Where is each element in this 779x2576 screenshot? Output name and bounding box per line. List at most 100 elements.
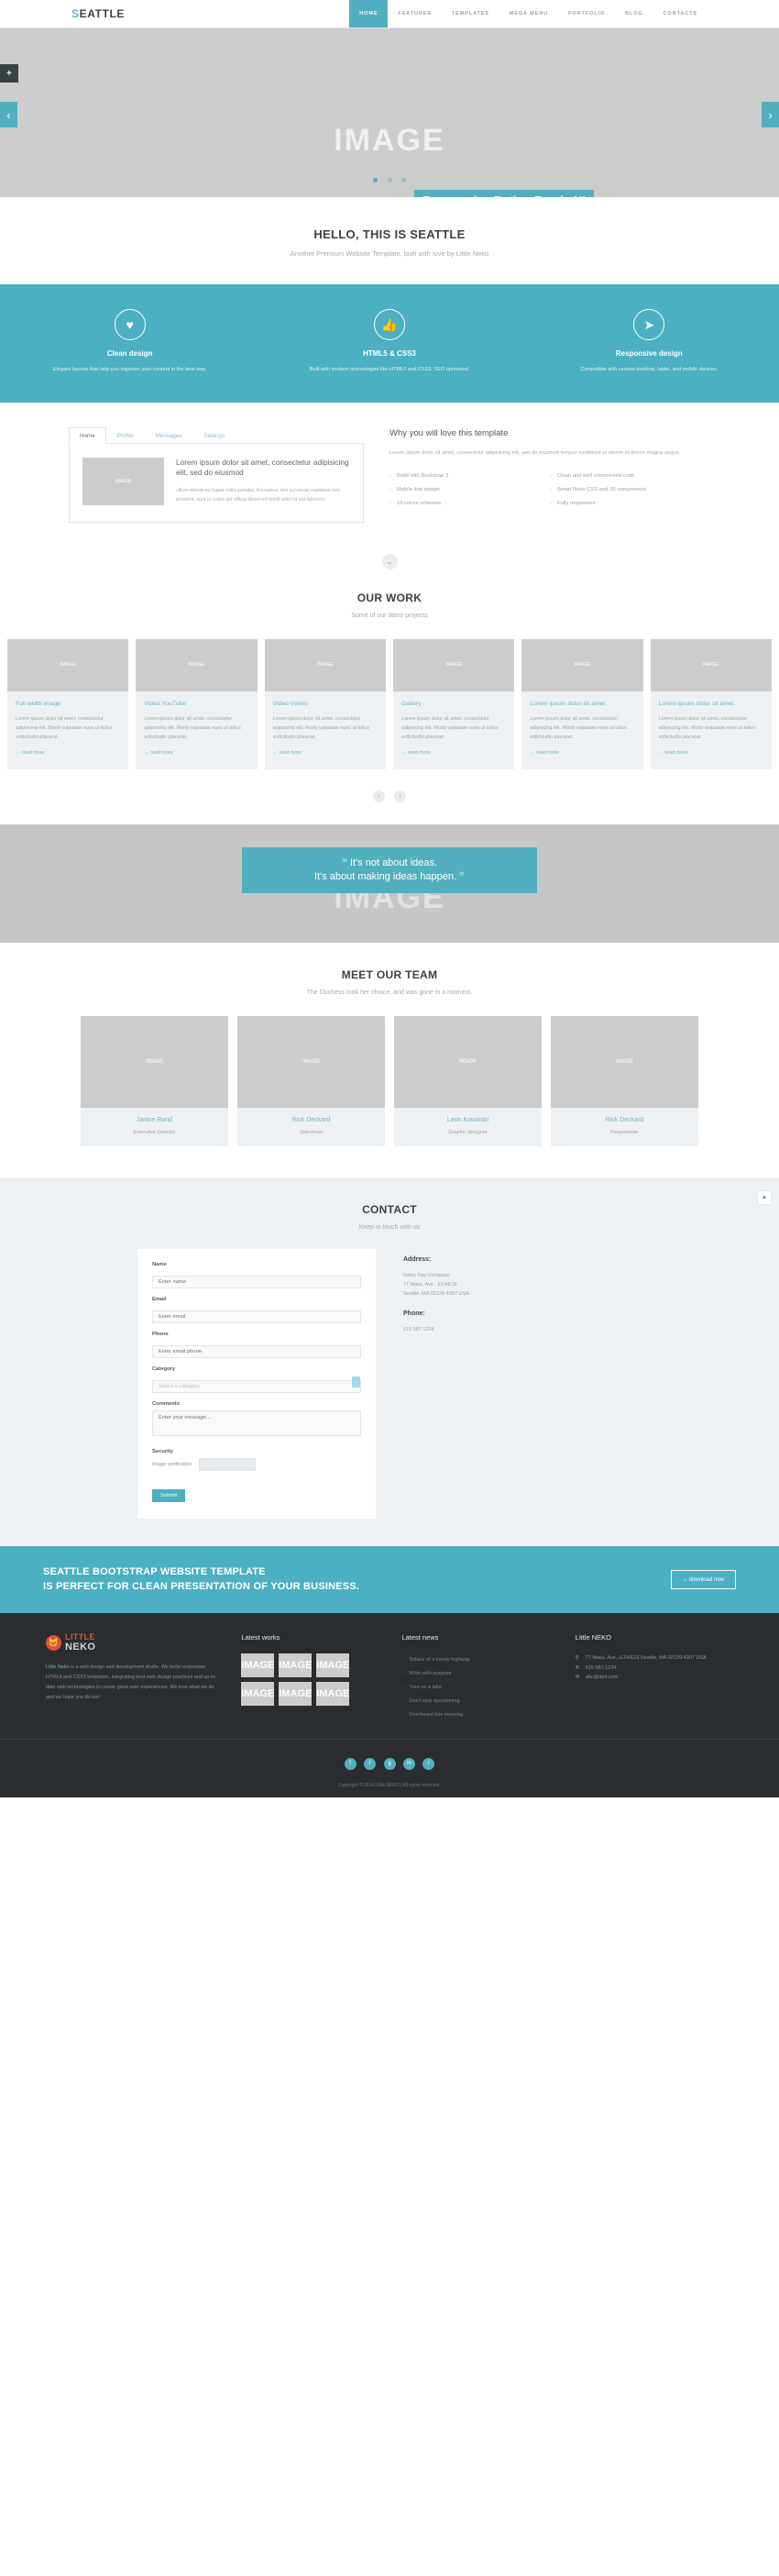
news-item[interactable]: Overheard this morning bbox=[401, 1708, 554, 1722]
name-input[interactable] bbox=[152, 1275, 361, 1288]
read-more-link[interactable]: → read more bbox=[401, 750, 430, 756]
submit-button[interactable]: Submit bbox=[152, 1488, 186, 1502]
linkedin-icon[interactable]: in bbox=[402, 1757, 415, 1770]
nav-item-portfolio[interactable]: PORTFOLIO bbox=[558, 0, 615, 28]
rss-icon[interactable]: r bbox=[422, 1757, 435, 1770]
slider-dots bbox=[0, 171, 779, 187]
phone-icon: ✆ bbox=[575, 1664, 580, 1671]
logo-line-1: LITTLE bbox=[65, 1631, 95, 1642]
chevron-down-icon[interactable]: ⌄ bbox=[352, 1376, 360, 1388]
nav-item-blog[interactable]: BLOG bbox=[615, 0, 653, 28]
rocket-icon: ➤ bbox=[633, 309, 665, 340]
read-more-link[interactable]: → read more bbox=[16, 750, 44, 756]
google-plus-icon[interactable]: g bbox=[383, 1757, 396, 1770]
why-block: Why you will love this template Lorem ip… bbox=[390, 426, 710, 523]
read-more-link[interactable]: → read more bbox=[659, 750, 687, 756]
portfolio-card[interactable]: IMAGE Video Vimeo Lorem ipsum dolor sit … bbox=[264, 638, 386, 769]
tab-messages[interactable]: Messages bbox=[145, 427, 193, 444]
news-item[interactable]: Don't stop questioning bbox=[401, 1695, 554, 1708]
tab-heading: Lorem ipsum dolor sit amet, consectetur … bbox=[176, 457, 349, 478]
nav-item-mega-menu[interactable]: MEGA MENU bbox=[499, 0, 558, 28]
portfolio-card[interactable]: IMAGE Video YouTube Lorem ipsum dolor si… bbox=[136, 638, 258, 769]
our-work-section: OUR WORK Some of our latest projects IMA… bbox=[0, 569, 779, 824]
site-logo[interactable]: S EATTLE bbox=[71, 0, 125, 28]
hero-caption: Responsive Retina Ready UI ❯MOBILE FIRST… bbox=[414, 190, 595, 197]
phone-value: 615.987.1234 bbox=[403, 1327, 434, 1333]
work-thumbnail[interactable]: IMAGE bbox=[316, 1653, 350, 1677]
portfolio-card[interactable]: IMAGE Full width image Lorem ipsum dolor… bbox=[7, 638, 129, 769]
feature-title: Clean design bbox=[106, 349, 153, 358]
team-member-card[interactable]: IMAGE Rick Deckard Programmer bbox=[551, 1015, 698, 1146]
tab-profile[interactable]: Profile bbox=[106, 427, 145, 444]
tab-list: Home Profile Messages Settings bbox=[69, 426, 364, 444]
logo-line-2: NEKO bbox=[65, 1641, 96, 1653]
latest-works-grid: IMAGE IMAGE IMAGE IMAGE IMAGE IMAGE bbox=[241, 1653, 351, 1706]
tab-settings[interactable]: Settings bbox=[192, 427, 236, 444]
twitter-icon[interactable]: t bbox=[364, 1757, 377, 1770]
nav-item-templates[interactable]: TEMPLATES bbox=[442, 0, 499, 28]
read-more-link[interactable]: → read more bbox=[144, 750, 172, 756]
read-more-link[interactable]: → read more bbox=[530, 750, 558, 756]
team-member-card[interactable]: IMAGE Janice Rand Executive Director bbox=[81, 1015, 228, 1146]
footer-phone: 615.987.1234 bbox=[585, 1664, 617, 1671]
slider-dot-2[interactable] bbox=[387, 178, 392, 182]
team-member-name: Leon Kowalski bbox=[446, 1116, 489, 1123]
portfolio-prev-button[interactable]: ‹ bbox=[372, 790, 385, 802]
why-heading: Why you will love this template bbox=[390, 427, 509, 438]
download-now-button[interactable]: ⌄ download now bbox=[670, 1569, 736, 1589]
news-item[interactable]: Solace of a lonely highway bbox=[401, 1653, 554, 1667]
image-verification-label: Image verification bbox=[152, 1461, 192, 1467]
facebook-icon[interactable]: f bbox=[344, 1757, 357, 1770]
footer-about-column: 🐱 LITTLE NEKO Little Neko is a web desig… bbox=[46, 1631, 221, 1722]
read-more-link[interactable]: → read more bbox=[273, 750, 302, 756]
work-thumbnail[interactable]: IMAGE bbox=[241, 1653, 275, 1677]
slider-dot-3[interactable] bbox=[400, 178, 406, 182]
footer-about-highlight: Little Neko bbox=[46, 1664, 70, 1670]
nav-item-features[interactable]: FEATURES bbox=[388, 0, 441, 28]
team-subtitle: The Duchess took her choice, and was gon… bbox=[306, 989, 473, 996]
team-member-card[interactable]: IMAGE Rick Deckard Salesman bbox=[237, 1015, 385, 1146]
gear-icon[interactable]: ✦ bbox=[0, 64, 18, 83]
footer-contact-column: Little NEKO ⚲ 77 Mass. Ave., E14/E15 Sea… bbox=[576, 1633, 733, 1722]
portfolio-image-placeholder: IMAGE bbox=[7, 638, 129, 691]
news-item[interactable]: Write with purpose bbox=[401, 1667, 554, 1681]
portfolio-next-button[interactable]: › bbox=[394, 790, 407, 802]
scroll-to-top-button[interactable]: ▲ bbox=[757, 1189, 772, 1205]
feature-title: Responsive design bbox=[615, 349, 683, 358]
nav-item-home[interactable]: HOME bbox=[349, 0, 389, 28]
nav-item-contacts[interactable]: CONTACTS bbox=[653, 0, 708, 28]
latest-works-title: Latest works bbox=[241, 1632, 280, 1642]
work-thumbnail[interactable]: IMAGE bbox=[316, 1681, 350, 1706]
work-thumbnail[interactable]: IMAGE bbox=[279, 1681, 313, 1706]
phone-input[interactable] bbox=[152, 1344, 361, 1358]
latest-news-list: Solace of a lonely highway Write with pu… bbox=[401, 1653, 554, 1722]
slider-next-button[interactable]: › bbox=[762, 102, 779, 127]
portfolio-card[interactable]: IMAGE Lorem ipsum dolor sit amet Lorem i… bbox=[650, 638, 772, 769]
email-input[interactable] bbox=[152, 1310, 361, 1323]
category-label: Category bbox=[152, 1365, 176, 1372]
latest-news-title: Latest news bbox=[401, 1632, 439, 1642]
category-select[interactable] bbox=[152, 1379, 361, 1393]
portfolio-card[interactable]: IMAGE Lorem ipsum dolor sit amet Lorem i… bbox=[521, 638, 643, 769]
comments-textarea[interactable] bbox=[152, 1410, 361, 1436]
footer-phone-row: ✆ 615.987.1234 bbox=[576, 1664, 733, 1674]
slider-prev-button[interactable]: ‹ bbox=[0, 102, 17, 127]
list-item: 10 colors schemes bbox=[390, 497, 550, 511]
scroll-down-icon[interactable]: ⌄ bbox=[381, 553, 398, 569]
work-thumbnail[interactable]: IMAGE bbox=[279, 1653, 313, 1677]
download-button-label: download now bbox=[688, 1576, 724, 1583]
footer-email-row[interactable]: ✉ abc@abd.com bbox=[576, 1673, 733, 1683]
team-member-role: Graphic designer bbox=[448, 1129, 488, 1135]
little-neko-logo[interactable]: 🐱 LITTLE NEKO bbox=[46, 1631, 221, 1653]
work-thumbnail[interactable]: IMAGE bbox=[241, 1681, 275, 1706]
team-member-card[interactable]: IMAGE Leon Kowalski Graphic designer bbox=[394, 1015, 542, 1146]
slider-dot-1[interactable] bbox=[373, 178, 379, 182]
why-list-left: Build with Bootstrap 3 Mobile first desi… bbox=[390, 470, 550, 511]
footer-address: 77 Mass. Ave., E14/E15 Seattle, MA 02139… bbox=[585, 1654, 707, 1661]
portfolio-card[interactable]: IMAGE Gallery Lorem ipsum dolor sit amet… bbox=[392, 638, 515, 769]
footer-about-text: Little Neko is a web design and developm… bbox=[46, 1663, 221, 1703]
news-item[interactable]: Tree on a lake bbox=[401, 1681, 554, 1695]
tab-home[interactable]: Home bbox=[69, 426, 106, 444]
social-links-bar: f t g in r bbox=[0, 1738, 779, 1775]
feature-html5-css3: 👍 HTML5 & CSS3 Built with modern technol… bbox=[289, 309, 490, 375]
